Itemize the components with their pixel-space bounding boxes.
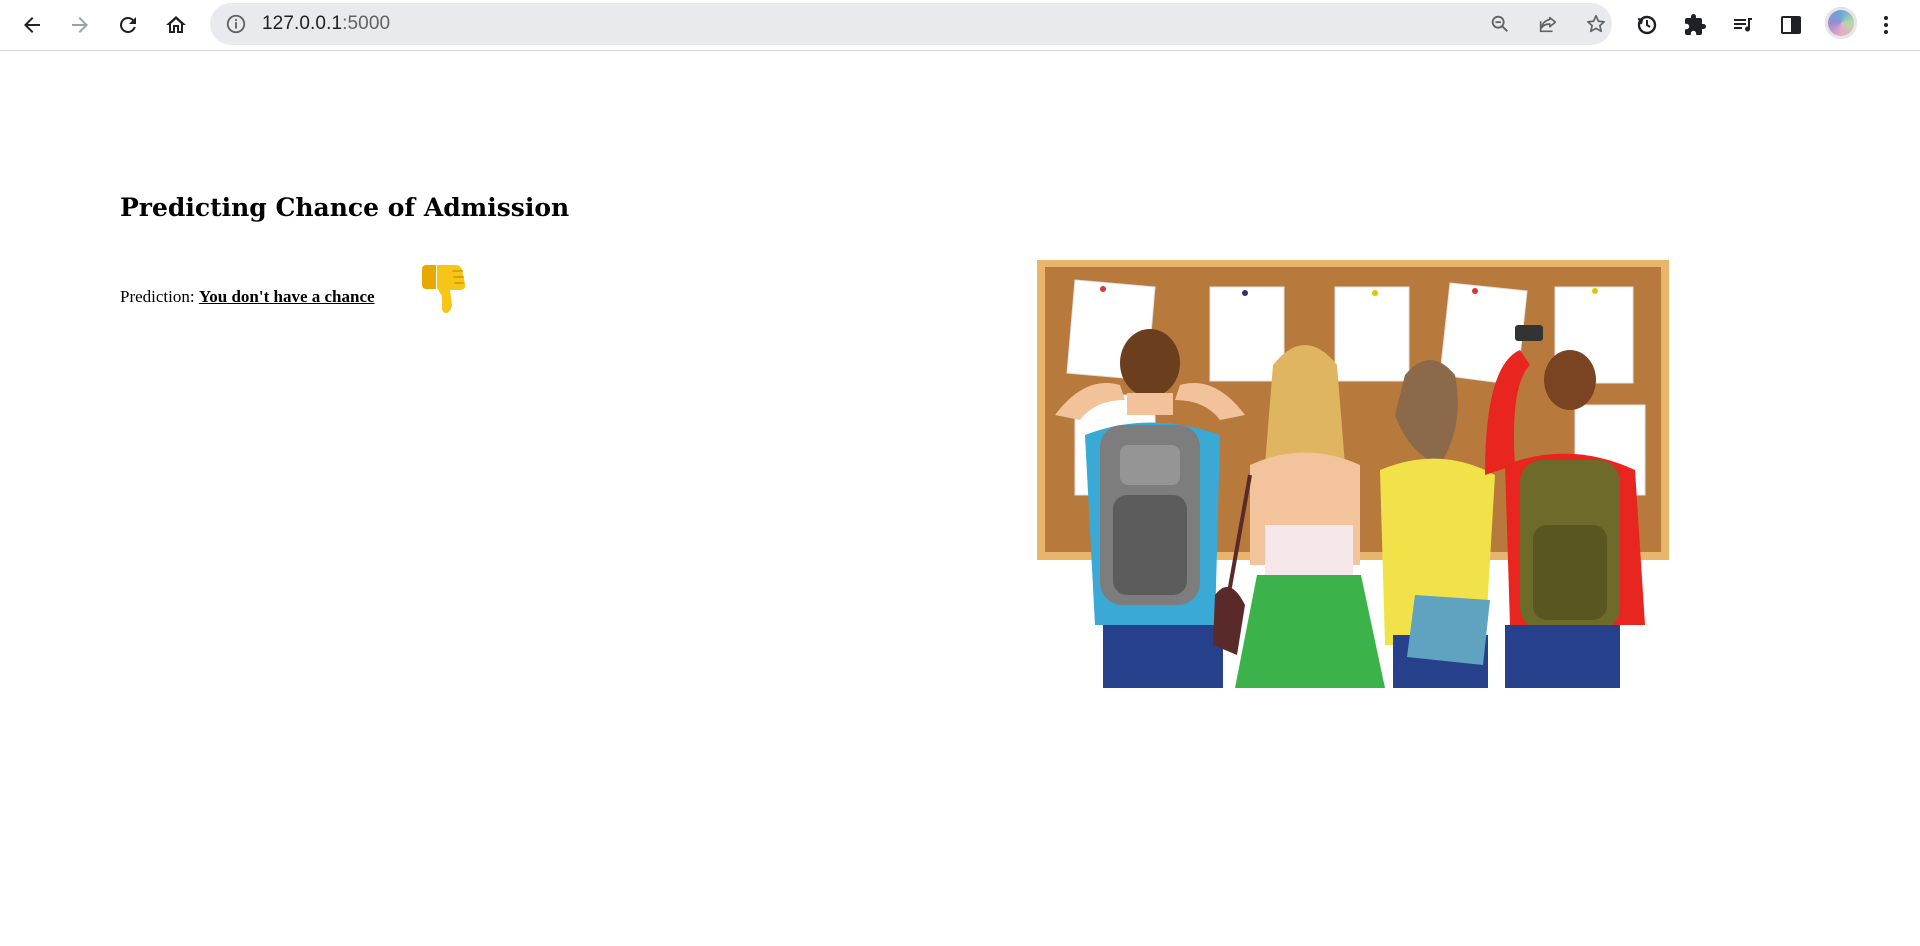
home-button[interactable] — [158, 7, 194, 43]
media-queue-icon[interactable] — [1725, 7, 1761, 43]
thumbs-down-icon — [422, 265, 466, 313]
site-info-icon[interactable] — [224, 12, 248, 36]
forward-button[interactable] — [62, 7, 98, 43]
page-title: Predicting Chance of Admission — [120, 193, 570, 222]
zoom-icon[interactable] — [1488, 12, 1512, 36]
back-button[interactable] — [14, 7, 50, 43]
address-bar[interactable]: 127.0.0.1:5000 — [210, 3, 1612, 45]
home-icon — [166, 16, 186, 33]
prediction-result: You don't have a chance — [198, 287, 375, 306]
extensions-puzzle-icon[interactable] — [1677, 7, 1713, 43]
browser-toolbar: 127.0.0.1:5000 — [0, 0, 1920, 51]
url-port: :5000 — [342, 13, 391, 34]
share-icon[interactable] — [1536, 12, 1560, 36]
menu-kebab-icon[interactable] — [1868, 7, 1904, 43]
forward-icon — [72, 17, 88, 33]
bookmark-star-icon[interactable] — [1584, 12, 1608, 36]
prediction-label: Prediction: — [120, 287, 199, 306]
reload-button[interactable] — [110, 7, 146, 43]
url-host: 127.0.0.1 — [262, 13, 343, 34]
side-panel-icon[interactable] — [1773, 7, 1809, 43]
prediction-line: Prediction: You don't have a chance — [120, 287, 375, 307]
sync-extension-icon[interactable] — [1629, 7, 1665, 43]
profile-avatar[interactable] — [1825, 7, 1857, 39]
url-text[interactable]: 127.0.0.1:5000 — [262, 13, 390, 35]
students-bulletin-board-illustration — [1037, 260, 1669, 688]
back-icon — [24, 17, 40, 33]
reload-icon — [119, 16, 136, 33]
